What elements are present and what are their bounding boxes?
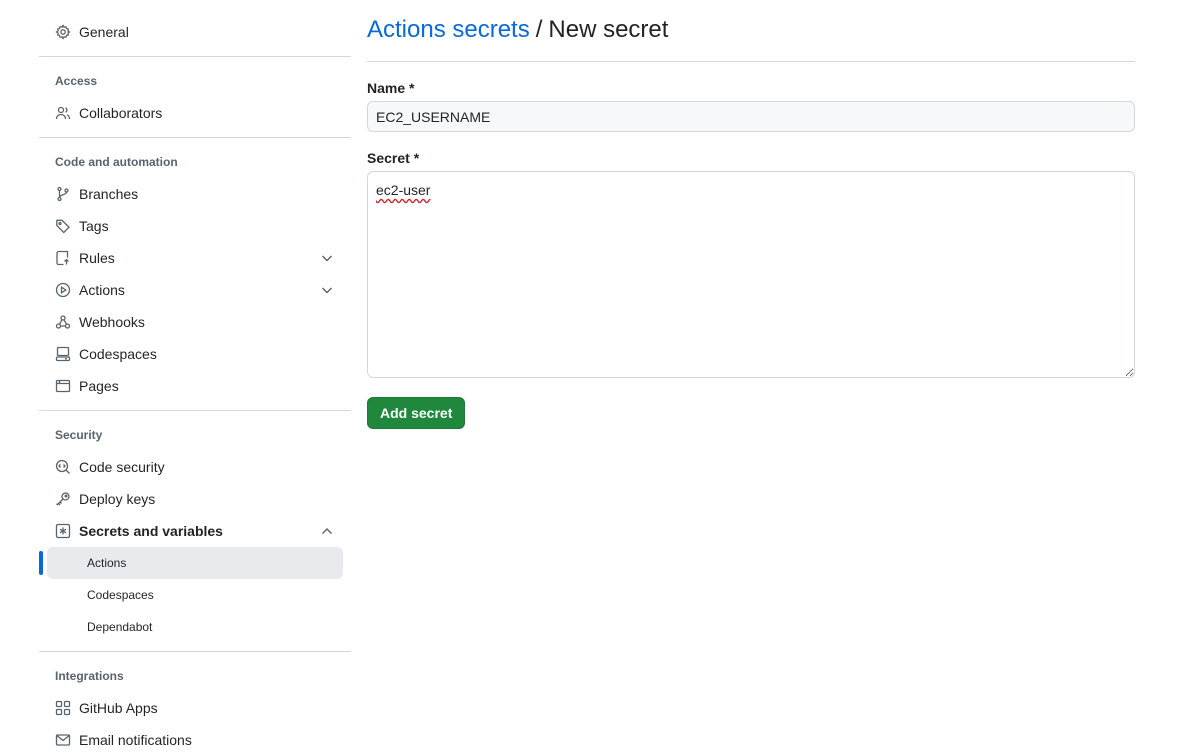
asterisk-box-icon: [55, 523, 71, 539]
name-label: Name *: [367, 80, 415, 96]
section-title-code-automation: Code and automation: [55, 155, 178, 169]
chevron-down-icon[interactable]: [319, 250, 335, 266]
sidebar-item-deploy-keys[interactable]: Deploy keys: [39, 483, 351, 515]
codescan-icon: [55, 459, 71, 475]
tag-icon: [55, 218, 71, 234]
key-icon: [55, 491, 71, 507]
section-title-security: Security: [55, 428, 103, 442]
sidebar-divider: [39, 651, 351, 652]
sidebar-item-github-apps[interactable]: GitHub Apps: [39, 692, 351, 724]
webhook-icon: [55, 314, 71, 330]
sidebar-item-code-security[interactable]: Code security: [39, 451, 351, 483]
sidebar-subitem-label: Codespaces: [87, 588, 154, 602]
codespaces-icon: [55, 346, 71, 362]
sidebar-subitem-codespaces[interactable]: Codespaces: [47, 579, 343, 611]
sidebar-item-rules[interactable]: Rules: [39, 242, 351, 274]
add-secret-button[interactable]: Add secret: [367, 397, 466, 429]
sidebar-item-label: Code security: [79, 459, 165, 475]
people-icon: [55, 105, 71, 121]
secret-label: Secret *: [367, 150, 420, 166]
sidebar-item-label: Webhooks: [79, 314, 145, 330]
sidebar-item-label: Collaborators: [79, 105, 163, 121]
sidebar-item-label: Rules: [79, 250, 115, 266]
page-title: New secret: [548, 16, 669, 43]
sidebar-item-actions[interactable]: Actions: [39, 274, 351, 306]
breadcrumb-separator: /: [535, 16, 543, 43]
sidebar-subitem-label: Dependabot: [87, 620, 153, 634]
sidebar-subitem-actions[interactable]: Actions: [39, 547, 343, 579]
new-secret-form: Name * Secret * ec2-user Add secret: [367, 80, 1135, 429]
mail-icon: [55, 732, 71, 748]
page-header: Actions secrets / New secret: [367, 16, 1135, 62]
secret-name-input[interactable]: [367, 101, 1135, 132]
settings-sidebar: General Access Collaborators Code and au…: [39, 16, 351, 753]
sidebar-item-label: Secrets and variables: [79, 523, 223, 539]
play-icon: [55, 282, 71, 298]
repo-push-icon: [55, 250, 71, 266]
sidebar-item-label: Branches: [79, 186, 139, 202]
gear-icon: [55, 24, 71, 40]
sidebar-item-webhooks[interactable]: Webhooks: [39, 306, 351, 338]
secret-value-textarea[interactable]: ec2-user: [367, 171, 1135, 378]
sidebar-divider: [39, 56, 351, 57]
sidebar-item-label: General: [79, 24, 129, 40]
breadcrumb-actions-secrets-link[interactable]: Actions secrets: [367, 16, 530, 44]
sidebar-item-collaborators[interactable]: Collaborators: [39, 97, 351, 129]
section-title-access: Access: [55, 74, 98, 88]
sidebar-item-label: Deploy keys: [79, 491, 156, 507]
sidebar-divider: [39, 410, 351, 411]
git-branch-icon: [55, 186, 71, 202]
sidebar-item-tags[interactable]: Tags: [39, 210, 351, 242]
sidebar-item-label: Tags: [79, 218, 109, 234]
chevron-up-icon[interactable]: [319, 523, 335, 539]
browser-icon: [55, 378, 71, 394]
sidebar-item-label: Email notifications: [79, 732, 192, 748]
sidebar-item-secrets-variables[interactable]: Secrets and variables: [39, 515, 351, 547]
sidebar-item-label: GitHub Apps: [79, 700, 158, 716]
sidebar-item-email-notifications[interactable]: Email notifications: [39, 724, 351, 753]
sidebar-item-branches[interactable]: Branches: [39, 178, 351, 210]
sidebar-subitem-label: Actions: [87, 556, 127, 570]
sidebar-subitem-dependabot[interactable]: Dependabot: [47, 611, 343, 643]
sidebar-item-label: Codespaces: [79, 346, 157, 362]
chevron-down-icon[interactable]: [319, 282, 335, 298]
sidebar-item-general[interactable]: General: [39, 16, 351, 48]
sidebar-item-label: Pages: [79, 378, 119, 394]
sidebar-item-codespaces[interactable]: Codespaces: [39, 338, 351, 370]
sidebar-divider: [39, 137, 351, 138]
main-content: Actions secrets / New secret Name * Secr…: [367, 16, 1135, 429]
apps-icon: [55, 700, 71, 716]
section-title-integrations: Integrations: [55, 669, 124, 683]
active-indicator: [39, 551, 43, 575]
sidebar-item-label: Actions: [79, 282, 125, 298]
sidebar-item-pages[interactable]: Pages: [39, 370, 351, 402]
